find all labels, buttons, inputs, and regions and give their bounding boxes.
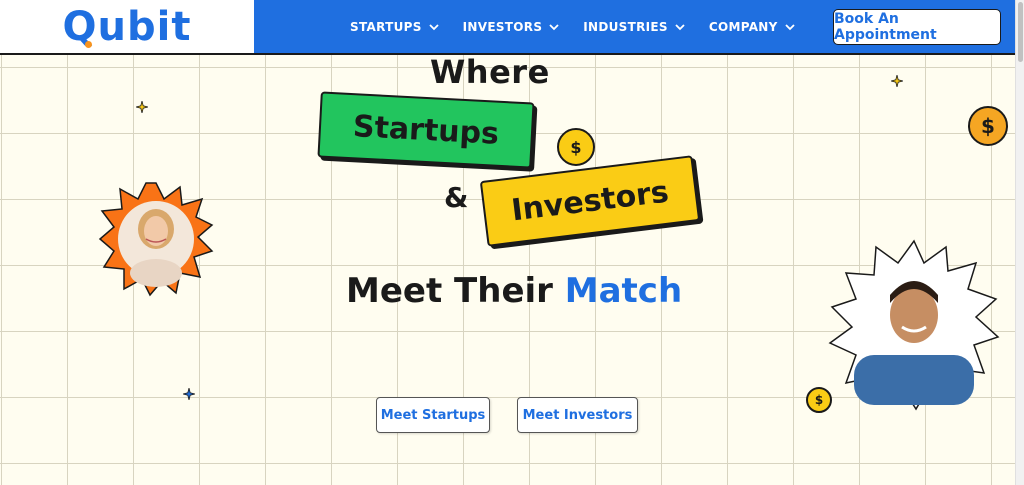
coin-symbol: $ [570,137,582,157]
headline-accent: Match [564,271,683,311]
scroll-thumb[interactable] [1018,2,1023,62]
startups-tag: Startups [317,91,535,169]
logo-area: Qubit [0,0,254,53]
sparkle-icon [136,101,148,113]
investors-tag-label: Investors [509,174,671,228]
nav-list: STARTUPS INVESTORS INDUSTRIES COMPANY [350,20,796,34]
sparkle-icon [891,75,903,87]
site-header: Qubit STARTUPS INVESTORS INDUSTRIES COMP… [0,0,1015,55]
nav-item-company[interactable]: COMPANY [709,20,796,34]
nav-item-industries[interactable]: INDUSTRIES [583,20,686,34]
book-appointment-button[interactable]: Book An Appointment [833,9,1001,45]
investors-tag: Investors [479,155,701,247]
dollar-coin-icon: $ [557,128,595,166]
chevron-down-icon [784,23,795,30]
nav-item-investors[interactable]: INVESTORS [463,20,561,34]
logo-text: Qubit [62,3,192,50]
sparkle-icon [183,388,195,400]
hero-headline: Meet Their Match [346,271,682,311]
dollar-coin-icon: $ [968,106,1008,146]
coin-symbol: $ [981,114,995,138]
nav-label: STARTUPS [350,19,422,34]
hero-where: Where [430,55,550,91]
nav-label: INVESTORS [462,19,543,34]
coin-symbol: $ [814,393,824,407]
hero-section: Where Startups $ & Investors $ Meet Thei… [0,55,1015,485]
chevron-down-icon [549,23,559,30]
avatar-woman [98,182,214,297]
chevron-down-icon [675,23,685,30]
logo[interactable]: Qubit [62,3,192,50]
ampersand: & [444,181,469,214]
avatar-man [828,239,1000,411]
meet-investors-button[interactable]: Meet Investors [517,397,638,433]
logo-dot [84,40,92,48]
scrollbar[interactable] [1015,0,1024,485]
nav-label: COMPANY [708,19,778,34]
chevron-down-icon [429,23,439,30]
meet-startups-button[interactable]: Meet Startups [376,397,490,433]
headline-prefix: Meet Their [346,271,565,311]
startups-tag-label: Startups [352,108,500,152]
nav-bar: STARTUPS INVESTORS INDUSTRIES COMPANY Bo… [254,0,1015,53]
nav-label: INDUSTRIES [583,19,668,34]
nav-item-startups[interactable]: STARTUPS [350,20,440,34]
dollar-coin-icon: $ [806,387,832,413]
